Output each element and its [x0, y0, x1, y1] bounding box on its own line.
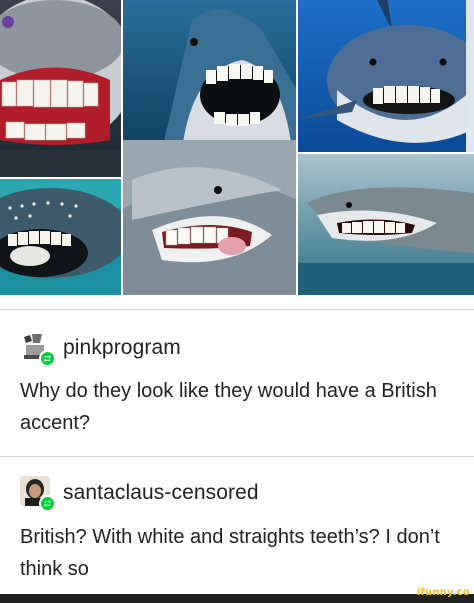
collage-gap [297, 152, 474, 154]
collage-gap [0, 177, 122, 179]
footer-bar [0, 594, 474, 603]
shark-photo-5 [122, 140, 297, 295]
post-text: British? With white and straights teeth’… [20, 526, 440, 580]
post-divider [0, 309, 474, 310]
avatar[interactable] [20, 476, 56, 512]
post-divider [0, 456, 474, 457]
post-header: santaclaus-censored [20, 476, 259, 512]
post-username[interactable]: pinkprogram [63, 336, 181, 360]
post-text: Why do they look like they would have a … [20, 380, 437, 434]
shark-photo-2 [122, 0, 297, 150]
shark-photo-4 [0, 178, 122, 295]
post-username[interactable]: santaclaus-censored [63, 481, 259, 505]
collage-gap [121, 0, 123, 295]
post-header: pinkprogram [20, 331, 181, 367]
watermark: ifunny.co [416, 587, 470, 598]
shark-collage-image [0, 0, 474, 295]
shark-photo-3 [297, 0, 474, 153]
avatar[interactable] [20, 331, 56, 367]
reblog-icon [39, 495, 56, 512]
shark-photo-1 [0, 0, 122, 178]
collage-gap [296, 0, 298, 295]
shark-photo-6 [297, 153, 474, 295]
reblog-icon [39, 350, 56, 367]
